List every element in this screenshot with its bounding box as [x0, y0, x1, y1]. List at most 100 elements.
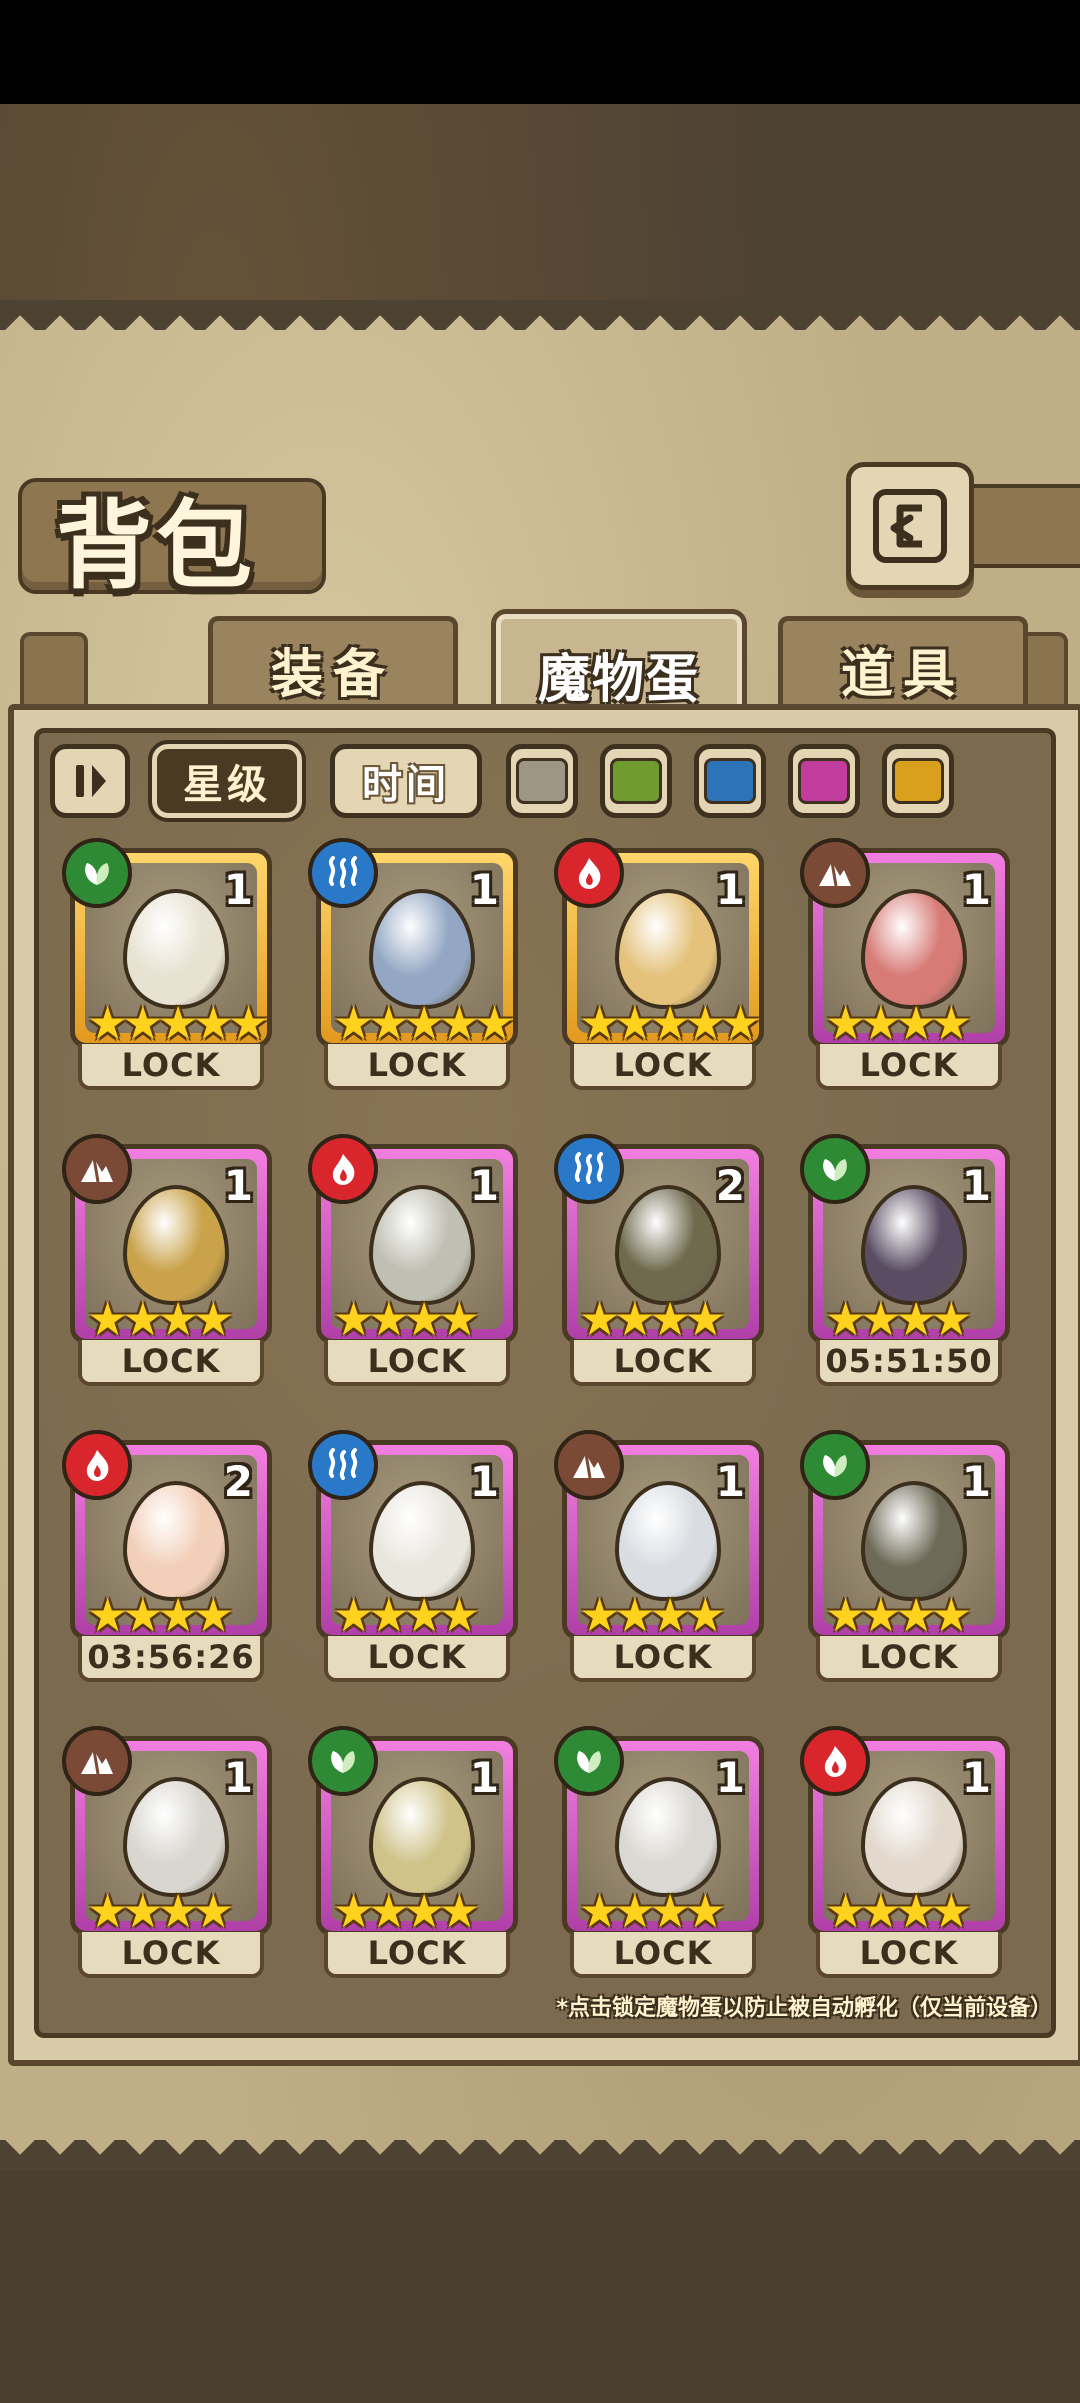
egg-count: 1 [961, 1457, 991, 1506]
lock-button[interactable]: LOCK [78, 1044, 264, 1090]
egg-count: 1 [223, 1161, 253, 1210]
star-icon: ★ [684, 1588, 726, 1642]
star-rating: ★ ★ ★ ★ [87, 1888, 234, 1934]
lock-button[interactable]: LOCK [570, 1340, 756, 1386]
lock-button[interactable]: LOCK [816, 1932, 1002, 1978]
egg-count: 1 [961, 1753, 991, 1802]
star-icon: ★ [192, 1292, 234, 1346]
color-swatch-yellow [892, 758, 944, 804]
grass-element-icon [554, 1726, 624, 1796]
star-icon: ★ [192, 1884, 234, 1938]
filter-yellow[interactable] [882, 744, 954, 818]
star-rating: ★ ★ ★ ★ ★ [87, 1000, 269, 1046]
lock-button[interactable]: LOCK [570, 1044, 756, 1090]
star-icon: ★ [720, 996, 762, 1050]
lock-button[interactable]: LOCK [324, 1932, 510, 1978]
sort-order-button[interactable] [50, 744, 130, 818]
egg-count: 1 [715, 865, 745, 914]
tab-equipment[interactable]: 装备 [208, 616, 458, 717]
star-rating: ★ ★ ★ ★ [87, 1592, 234, 1638]
egg-count: 1 [961, 865, 991, 914]
water-element-icon [308, 838, 378, 908]
star-icon: ★ [438, 1588, 480, 1642]
parchment-edge-bottom [0, 2140, 1080, 2170]
star-rating: ★ ★ ★ ★ [579, 1888, 726, 1934]
egg-count: 1 [469, 1753, 499, 1802]
star-icon: ★ [930, 1292, 972, 1346]
egg-count: 1 [469, 1161, 499, 1210]
star-rating: ★ ★ ★ ★ [87, 1296, 234, 1342]
star-rating: ★ ★ ★ ★ ★ [333, 1000, 515, 1046]
fire-element-icon [62, 1430, 132, 1500]
sort-by-time-button[interactable]: 时间 [330, 744, 482, 818]
star-icon: ★ [438, 1884, 480, 1938]
lock-button[interactable]: LOCK [570, 1636, 756, 1682]
water-element-icon [554, 1134, 624, 1204]
fire-element-icon [800, 1726, 870, 1796]
earth-element-icon [554, 1430, 624, 1500]
lock-button[interactable]: LOCK [324, 1044, 510, 1090]
lock-button[interactable]: LOCK [570, 1932, 756, 1978]
star-rating: ★ ★ ★ ★ [825, 1592, 972, 1638]
grass-element-icon [800, 1134, 870, 1204]
egg-count: 1 [715, 1457, 745, 1506]
star-icon: ★ [930, 1588, 972, 1642]
lock-button[interactable]: LOCK [78, 1340, 264, 1386]
lock-button[interactable]: LOCK [816, 1636, 1002, 1682]
star-icon: ★ [228, 996, 270, 1050]
egg-count: 2 [715, 1161, 745, 1210]
grass-element-icon [308, 1726, 378, 1796]
fire-element-icon [554, 838, 624, 908]
color-swatch-gray [516, 758, 568, 804]
star-rating: ★ ★ ★ ★ [579, 1296, 726, 1342]
star-icon: ★ [930, 1884, 972, 1938]
lock-button[interactable]: LOCK [324, 1636, 510, 1682]
star-rating: ★ ★ ★ ★ ★ [579, 1000, 761, 1046]
status-bar-area [0, 0, 1080, 104]
star-icon: ★ [192, 1588, 234, 1642]
hatch-timer[interactable]: 05:51:50 [816, 1340, 1002, 1386]
color-swatch-blue [704, 758, 756, 804]
star-icon: ★ [930, 996, 972, 1050]
filter-green[interactable] [600, 744, 672, 818]
back-button-rail [960, 484, 1080, 568]
star-rating: ★ ★ ★ ★ [825, 1888, 972, 1934]
star-rating: ★ ★ ★ ★ [333, 1888, 480, 1934]
sort-order-icon [76, 765, 106, 797]
lock-button[interactable]: LOCK [78, 1932, 264, 1978]
page-title: 背包 [56, 490, 256, 602]
sort-by-star-button[interactable]: 星级 [148, 740, 306, 822]
earth-element-icon [62, 1134, 132, 1204]
parchment-edge-top [0, 300, 1080, 330]
color-swatch-pink [798, 758, 850, 804]
color-swatch-green [610, 758, 662, 804]
back-button[interactable] [846, 462, 974, 590]
back-arrow-icon [873, 489, 947, 563]
egg-count: 1 [715, 1753, 745, 1802]
grass-element-icon [800, 1430, 870, 1500]
egg-count: 1 [469, 1457, 499, 1506]
star-icon: ★ [438, 1292, 480, 1346]
star-rating: ★ ★ ★ ★ [825, 1000, 972, 1046]
water-element-icon [308, 1430, 378, 1500]
star-icon: ★ [684, 1292, 726, 1346]
lock-button[interactable]: LOCK [816, 1044, 1002, 1090]
filter-gray[interactable] [506, 744, 578, 818]
hatch-timer[interactable]: 03:56:26 [78, 1636, 264, 1682]
lower-map-area [0, 2170, 1080, 2403]
tab-items[interactable]: 道具 [778, 616, 1028, 717]
star-rating: ★ ★ ★ ★ [333, 1296, 480, 1342]
star-icon: ★ [684, 1884, 726, 1938]
lock-button[interactable]: LOCK [324, 1340, 510, 1386]
earth-element-icon [800, 838, 870, 908]
earth-element-icon [62, 1726, 132, 1796]
filter-blue[interactable] [694, 744, 766, 818]
egg-count: 1 [469, 865, 499, 914]
egg-count: 1 [223, 865, 253, 914]
filter-pink[interactable] [788, 744, 860, 818]
star-rating: ★ ★ ★ ★ [333, 1592, 480, 1638]
star-rating: ★ ★ ★ ★ [579, 1592, 726, 1638]
egg-count: 1 [223, 1753, 253, 1802]
lock-hint: *点击锁定魔物蛋以防止被自动孵化（仅当前设备） [556, 1996, 1052, 2021]
egg-count: 2 [223, 1457, 253, 1506]
